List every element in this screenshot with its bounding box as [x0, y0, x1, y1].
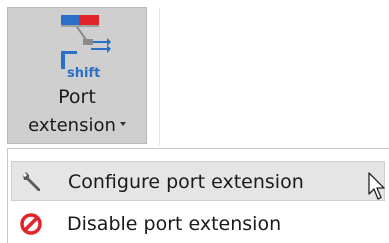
wrench-icon: [23, 172, 40, 191]
dropdown-caret-icon[interactable]: [119, 122, 126, 126]
button-label-line1: Port: [58, 86, 96, 108]
ribbon-group-separator: [159, 8, 160, 145]
button-label-text: extension: [28, 115, 116, 136]
screen: shift Port extension Configure port exte…: [0, 0, 389, 243]
button-label-line2: extension: [8, 115, 146, 137]
svg-text:shift: shift: [67, 66, 100, 81]
menu-item-label: Disable port extension: [67, 213, 282, 235]
port-extension-icon: shift: [61, 15, 111, 81]
port-extension-button[interactable]: shift Port extension: [7, 7, 147, 144]
port-extension-menu: Configure port extension Disable port ex…: [7, 148, 389, 243]
menu-item-label: Configure port extension: [68, 171, 304, 193]
mouse-cursor-icon: [368, 172, 385, 200]
disable-icon: [20, 213, 42, 235]
menu-item-configure-port-extension[interactable]: Configure port extension: [11, 161, 385, 201]
menu-item-disable-port-extension[interactable]: Disable port extension: [11, 204, 385, 243]
